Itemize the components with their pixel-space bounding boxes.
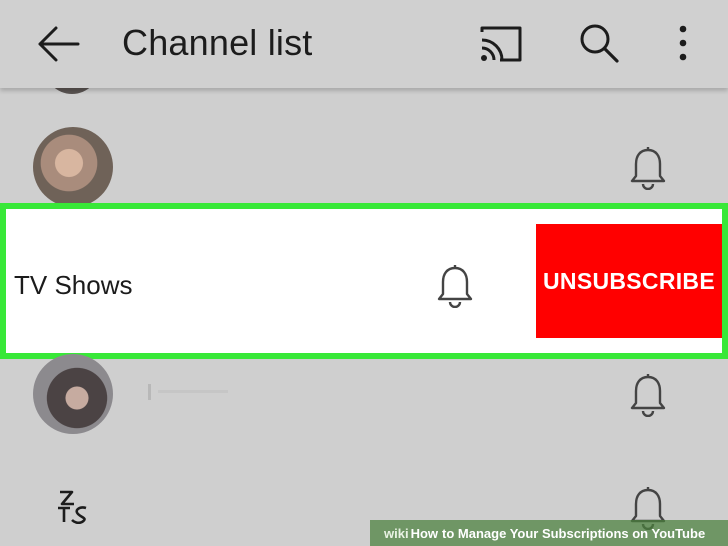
bell-icon[interactable]: [629, 146, 667, 190]
page-title: Channel list: [122, 22, 313, 63]
channel-logo-icon: [58, 490, 87, 524]
avatar: [33, 354, 113, 434]
bell-icon[interactable]: [436, 264, 474, 308]
banner-site: wiki: [384, 525, 409, 541]
search-icon[interactable]: [578, 22, 620, 64]
channel-name: TV Shows: [14, 270, 133, 300]
unsubscribe-button[interactable]: UNSUBSCRIBE: [536, 224, 722, 338]
highlighted-channel-row[interactable]: TV Shows UNSUBSCRIBE: [0, 203, 728, 359]
app-bar: Channel list: [0, 0, 728, 88]
bell-icon[interactable]: [629, 373, 667, 417]
avatar: [33, 127, 113, 207]
banner-text: to Manage Your Subscriptions on YouTube: [442, 525, 706, 541]
more-vertical-icon[interactable]: [670, 22, 696, 64]
channel-name-placeholder: [148, 384, 228, 400]
watermark-banner: wiki How to Manage Your Subscriptions on…: [370, 520, 728, 546]
banner-how: How: [410, 525, 439, 541]
cast-icon[interactable]: [478, 24, 524, 64]
arrow-left-icon[interactable]: [36, 24, 80, 64]
